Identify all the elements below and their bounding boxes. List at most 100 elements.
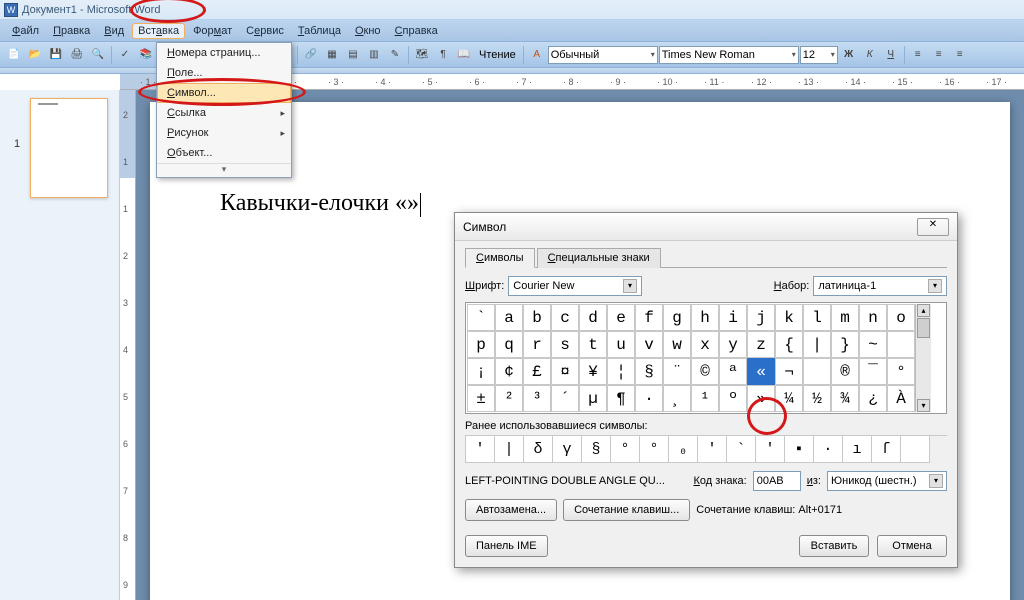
symbol-cell[interactable]: ¹	[691, 385, 719, 412]
italic-button[interactable]: К	[860, 45, 880, 65]
new-doc-icon[interactable]: 📄	[4, 45, 24, 65]
align-right-icon[interactable]: ≡	[950, 45, 970, 65]
recent-symbol-cell[interactable]	[901, 436, 930, 463]
menu-item[interactable]: Рисунок▸	[157, 123, 291, 143]
recent-symbol-cell[interactable]: δ	[524, 436, 553, 463]
reading-layout-icon[interactable]: 📖	[454, 45, 474, 65]
menu-tools[interactable]: Сервис	[240, 23, 290, 39]
menu-item[interactable]: Объект...	[157, 143, 291, 163]
font-select[interactable]: Courier New▾	[508, 276, 642, 296]
underline-button[interactable]: Ч	[881, 45, 901, 65]
symbol-cell[interactable]: m	[831, 304, 859, 331]
symbol-cell[interactable]: v	[635, 331, 663, 358]
font-combo[interactable]: Times New Roman▾	[659, 46, 799, 64]
symbol-cell[interactable]: u	[607, 331, 635, 358]
symbol-cell[interactable]: }	[831, 331, 859, 358]
symbol-cell[interactable]: ®	[831, 358, 859, 385]
menu-table[interactable]: Таблица	[292, 23, 347, 39]
symbol-cell[interactable]: r	[523, 331, 551, 358]
print-icon[interactable]: 🖨	[67, 45, 87, 65]
style-combo[interactable]: Обычный▾	[548, 46, 658, 64]
symbol-cell[interactable]: `	[467, 304, 495, 331]
symbol-cell[interactable]: s	[551, 331, 579, 358]
save-icon[interactable]: 💾	[46, 45, 66, 65]
menu-item[interactable]: Поле...	[157, 63, 291, 83]
symbol-cell[interactable]: w	[663, 331, 691, 358]
bold-button[interactable]: Ж	[839, 45, 859, 65]
symbol-cell[interactable]: o	[887, 304, 915, 331]
menu-insert[interactable]: Вставка	[132, 23, 185, 39]
symbol-cell[interactable]: ½	[803, 385, 831, 412]
symbol-cell[interactable]: ±	[467, 385, 495, 412]
symbol-cell[interactable]: {	[775, 331, 803, 358]
show-marks-icon[interactable]: ¶	[433, 45, 453, 65]
page-thumbnail[interactable]	[30, 98, 108, 198]
subset-select[interactable]: латиница-1▾	[813, 276, 947, 296]
menu-edit[interactable]: Правка	[47, 23, 96, 39]
recent-symbol-cell[interactable]: ∙	[814, 436, 843, 463]
symbol-cell[interactable]: ¢	[495, 358, 523, 385]
close-icon[interactable]: ✕	[917, 218, 949, 236]
from-select[interactable]: Юникод (шестн.)▾	[827, 471, 947, 491]
columns-icon[interactable]: ▥	[364, 45, 384, 65]
drawing-icon[interactable]: ✎	[385, 45, 405, 65]
autocorrect-button[interactable]: Автозамена...	[465, 499, 557, 521]
symbol-cell[interactable]: |	[803, 331, 831, 358]
dialog-titlebar[interactable]: Символ ✕	[455, 213, 957, 241]
symbol-cell[interactable]: h	[691, 304, 719, 331]
symbol-cell[interactable]: ³	[523, 385, 551, 412]
scroll-up-icon[interactable]: ▴	[917, 304, 930, 317]
symbol-cell[interactable]: q	[495, 331, 523, 358]
doc-map-icon[interactable]: 🗺	[412, 45, 432, 65]
menu-item[interactable]: Ссылка▸	[157, 103, 291, 123]
excel-icon[interactable]: ▤	[343, 45, 363, 65]
symbol-cell[interactable]: »	[747, 385, 775, 412]
symbol-cell[interactable]: y	[719, 331, 747, 358]
tab-symbols[interactable]: Символы	[465, 248, 535, 268]
symbol-cell[interactable]: §	[635, 358, 663, 385]
recent-symbol-cell[interactable]: °	[611, 436, 640, 463]
table-icon[interactable]: ▦	[322, 45, 342, 65]
align-left-icon[interactable]: ≡	[908, 45, 928, 65]
symbol-cell[interactable]: z	[747, 331, 775, 358]
recent-symbol-cell[interactable]: ſ	[872, 436, 901, 463]
symbol-cell[interactable]: c	[551, 304, 579, 331]
recent-symbol-cell[interactable]: ′	[698, 436, 727, 463]
symbol-cell[interactable]: ¾	[831, 385, 859, 412]
menu-item[interactable]: Номера страниц...	[157, 43, 291, 63]
menu-item[interactable]: Символ...	[157, 83, 291, 103]
symbol-cell[interactable]: d	[579, 304, 607, 331]
symbol-cell[interactable]: ¼	[775, 385, 803, 412]
link-icon[interactable]: 🔗	[301, 45, 321, 65]
symbol-cell[interactable]: e	[607, 304, 635, 331]
styles-icon[interactable]: A	[527, 45, 547, 65]
symbol-cell[interactable]: ¡	[467, 358, 495, 385]
research-icon[interactable]: 📚	[136, 45, 156, 65]
symbol-cell[interactable]: a	[495, 304, 523, 331]
symbol-cell[interactable]: µ	[579, 385, 607, 412]
symbol-cell[interactable]: ­	[803, 358, 831, 385]
symbol-cell[interactable]: ¦	[607, 358, 635, 385]
symbol-cell[interactable]: ·	[635, 385, 663, 412]
recent-symbol-cell[interactable]: ı	[843, 436, 872, 463]
symbol-cell[interactable]: ¬	[775, 358, 803, 385]
symbol-cell[interactable]: «	[747, 358, 775, 385]
expand-icon[interactable]: ▾	[157, 163, 291, 177]
symbol-cell[interactable]: l	[803, 304, 831, 331]
symbol-cell[interactable]: f	[635, 304, 663, 331]
align-center-icon[interactable]: ≡	[929, 45, 949, 65]
symbol-cell[interactable]: x	[691, 331, 719, 358]
open-icon[interactable]: 📂	[25, 45, 45, 65]
symbol-cell[interactable]: k	[775, 304, 803, 331]
size-combo[interactable]: 12▾	[800, 46, 838, 64]
symbol-cell[interactable]: b	[523, 304, 551, 331]
symbol-cell[interactable]: ~	[859, 331, 887, 358]
symbol-cell[interactable]: n	[859, 304, 887, 331]
recent-symbol-cell[interactable]: `	[727, 436, 756, 463]
menu-help[interactable]: Справка	[389, 23, 444, 39]
menu-window[interactable]: Окно	[349, 23, 387, 39]
symbol-cell[interactable]: ²	[495, 385, 523, 412]
recent-symbol-cell[interactable]: ₀	[669, 436, 698, 463]
symbol-cell[interactable]: º	[719, 385, 747, 412]
menu-format[interactable]: Формат	[187, 23, 238, 39]
